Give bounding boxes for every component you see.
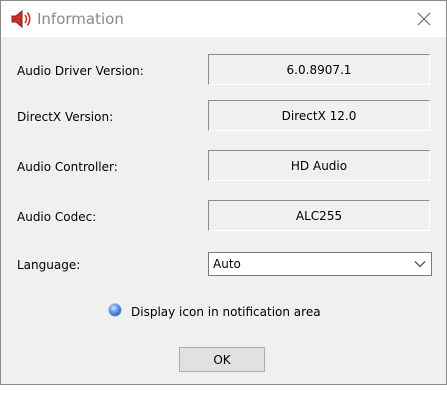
language-label: Language: <box>17 258 81 272</box>
window-title: Information <box>37 10 124 28</box>
notification-radio-label[interactable]: Display icon in notification area <box>131 304 321 320</box>
language-selected-value: Auto <box>213 257 241 271</box>
language-select[interactable]: Auto <box>208 252 432 276</box>
chevron-down-icon <box>414 261 426 268</box>
audio-driver-version-value: 6.0.8907.1 <box>208 54 430 85</box>
audio-driver-version-label: Audio Driver Version: <box>17 64 144 78</box>
directx-version-value: DirectX 12.0 <box>208 100 430 131</box>
directx-version-label: DirectX Version: <box>17 110 114 124</box>
ok-button[interactable]: OK <box>179 347 265 372</box>
speaker-icon <box>11 9 31 29</box>
audio-controller-label: Audio Controller: <box>17 160 118 174</box>
audio-controller-value: HD Audio <box>208 150 430 181</box>
notification-radio[interactable] <box>108 303 122 317</box>
title-bar: Information <box>1 1 446 37</box>
information-dialog: Information Audio Driver Version: 6.0.89… <box>0 0 447 385</box>
close-icon[interactable] <box>414 9 434 29</box>
audio-codec-label: Audio Codec: <box>17 210 97 224</box>
audio-codec-value: ALC255 <box>208 200 430 231</box>
